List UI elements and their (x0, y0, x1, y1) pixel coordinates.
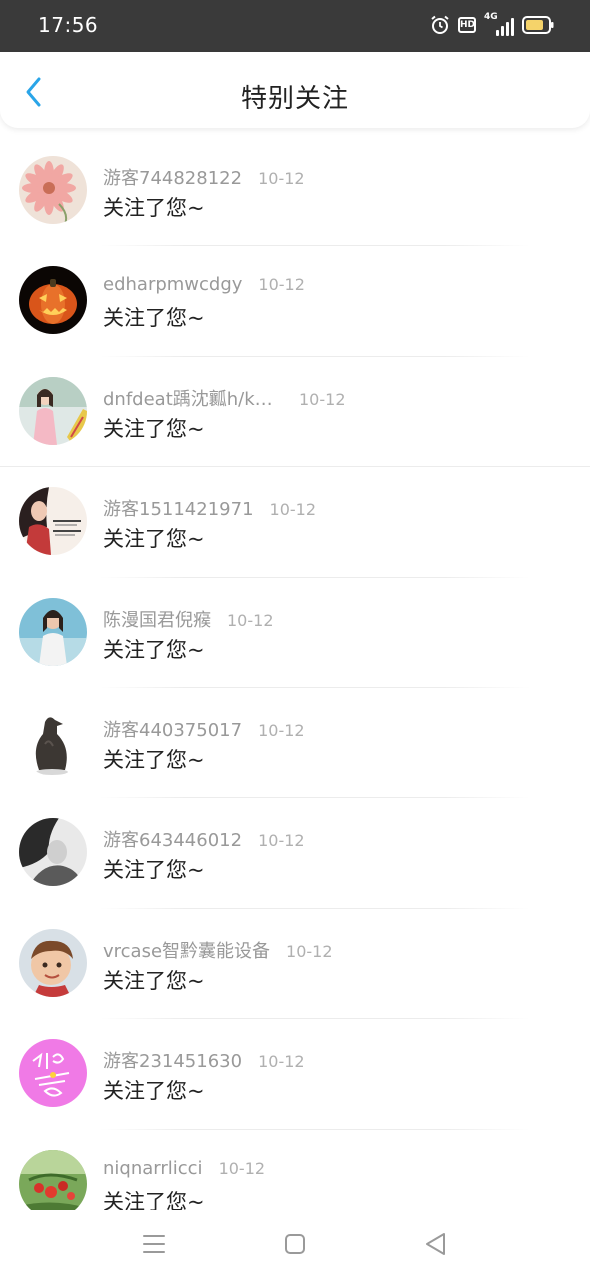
menu-icon[interactable] (143, 1234, 165, 1254)
list-item[interactable]: dnfdeat踽沈瓤h/kn... 10-12 关注了您~ (0, 357, 590, 468)
alarm-icon (431, 15, 449, 34)
item-message: 关注了您~ (103, 747, 205, 772)
bronze-statue-icon (19, 707, 87, 776)
item-date: 10-12 (269, 500, 317, 520)
child-face-icon (19, 928, 87, 997)
avatar[interactable] (19, 1039, 87, 1108)
item-date: 10-12 (286, 941, 333, 961)
list-item[interactable]: 游客1511421971 10-12 关注了您~ (0, 467, 590, 578)
avatar[interactable] (19, 928, 87, 997)
girl-text-card-icon (19, 487, 87, 556)
hd-icon: HD (458, 17, 476, 33)
signal-icon: 4G (484, 12, 514, 36)
home-icon[interactable] (284, 1233, 306, 1255)
avatar[interactable] (19, 266, 87, 335)
bw-portrait-icon (19, 818, 87, 887)
user-name[interactable]: vrcase智黔囊能设备 (103, 937, 270, 963)
user-name[interactable]: dnfdeat踽沈瓤h/kn... (103, 385, 283, 411)
avatar[interactable] (19, 156, 87, 224)
item-message: 关注了您~ (103, 416, 205, 441)
back-triangle-icon[interactable] (424, 1232, 446, 1256)
list-item[interactable]: 游客744828122 10-12 关注了您~ (0, 136, 590, 247)
item-message: 关注了您~ (103, 1079, 205, 1104)
beach-girl-icon (19, 597, 87, 666)
battery-icon (522, 16, 554, 34)
user-name[interactable]: 游客643446012 (103, 826, 242, 852)
item-message: 关注了您~ (103, 858, 205, 883)
page-title: 特别关注 (240, 84, 349, 114)
follow-list: 游客744828122 10-12 关注了您~ edharpmwcdgy 10-… (0, 136, 590, 1240)
item-date: 10-12 (258, 720, 305, 740)
avatar[interactable] (19, 707, 87, 776)
pink-doodle-icon (19, 1039, 87, 1108)
avatar[interactable] (19, 818, 87, 887)
avatar[interactable] (19, 1149, 87, 1218)
list-item[interactable]: 游客440375017 10-12 关注了您~ (0, 688, 590, 799)
list-item[interactable]: 游客643446012 10-12 关注了您~ (0, 798, 590, 909)
item-date: 10-12 (258, 831, 305, 851)
item-date: 10-12 (218, 1158, 266, 1178)
user-name[interactable]: 陈漫国君倪瘊 (103, 606, 211, 632)
strawberry-icon (19, 1149, 87, 1218)
system-nav-bar (0, 1210, 590, 1280)
item-message: 关注了您~ (103, 196, 205, 220)
user-name[interactable]: 游客440375017 (103, 716, 242, 742)
item-date: 10-12 (299, 389, 346, 409)
avatar[interactable] (19, 487, 87, 556)
avatar[interactable] (19, 376, 87, 445)
item-message: 关注了您~ (103, 527, 205, 552)
pink-flower-icon (19, 156, 87, 224)
item-date: 10-12 (227, 610, 274, 630)
pumpkin-icon (19, 266, 87, 335)
item-message: 关注了您~ (103, 306, 205, 331)
user-name[interactable]: 游客231451630 (103, 1047, 242, 1073)
avatar[interactable] (19, 597, 87, 666)
user-name[interactable]: edharpmwcdgy (103, 274, 242, 295)
item-date: 10-12 (258, 275, 305, 295)
item-date: 10-12 (258, 169, 305, 188)
user-name[interactable]: niqnarrlicci (103, 1158, 203, 1179)
status-time: 17:56 (38, 13, 99, 37)
list-item[interactable]: 游客231451630 10-12 关注了您~ (0, 1019, 590, 1130)
list-item[interactable]: 陈漫国君倪瘊 10-12 关注了您~ (0, 578, 590, 688)
item-date: 10-12 (258, 1052, 305, 1072)
list-item[interactable]: vrcase智黔囊能设备 10-12 关注了您~ (0, 909, 590, 1020)
item-message: 关注了您~ (103, 637, 205, 662)
item-message: 关注了您~ (103, 968, 205, 993)
list-item[interactable]: edharpmwcdgy 10-12 关注了您~ (0, 246, 590, 357)
girl-photo-icon (19, 376, 87, 445)
header-bar: 特别关注 (0, 52, 590, 128)
user-name[interactable]: 游客744828122 (103, 164, 242, 190)
user-name[interactable]: 游客1511421971 (103, 495, 254, 521)
status-icons: HD 4G (430, 12, 554, 36)
status-bar: 17:56 HD 4G (0, 0, 590, 52)
